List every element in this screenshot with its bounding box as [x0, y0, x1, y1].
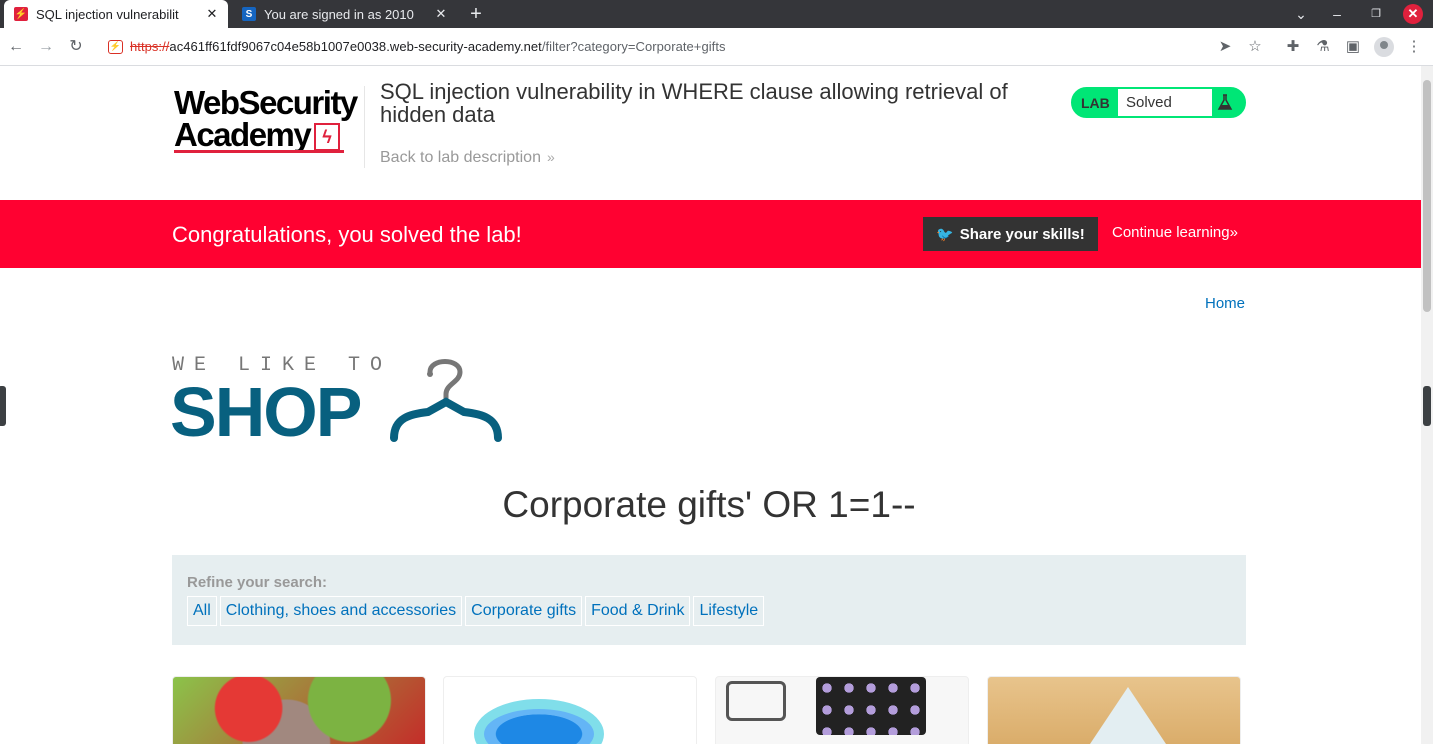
filter-all[interactable]: All [187, 596, 217, 626]
paper-boat-shape [1088, 687, 1168, 744]
product-image-paper-boat[interactable] [987, 676, 1241, 744]
double-chevron-right-icon: » [1229, 224, 1238, 241]
bookmark-star-icon[interactable]: ☆ [1246, 38, 1264, 56]
address-bar[interactable]: ⚡ https://ac461ff61fdf9067c04e58b1007e00… [100, 32, 1272, 62]
logo-line-academy: Academy [174, 116, 312, 153]
site-favicon-icon: S [242, 7, 256, 21]
filter-lifestyle[interactable]: Lifestyle [693, 596, 765, 626]
forward-arrow-icon[interactable]: → [36, 37, 56, 57]
extensions-puzzle-icon[interactable]: ✚ [1283, 37, 1303, 57]
logo-underline [174, 150, 344, 153]
logo-line-websecurity: WebSecurity [174, 84, 358, 121]
not-secure-icon[interactable]: ⚡ [108, 40, 123, 54]
pool-ring-shape [474, 699, 604, 744]
clothes-hanger-icon [390, 359, 502, 442]
share-your-skills-button[interactable]: 🐦 Share your skills! [923, 217, 1098, 251]
lab-title: SQL injection vulnerability in WHERE cla… [380, 79, 1008, 127]
close-window-icon[interactable]: ✕ [1403, 4, 1423, 24]
web-security-academy-logo[interactable]: WebSecurity Academy ϟ [174, 86, 364, 156]
tab-search-chevron-icon[interactable]: ⌄ [1286, 0, 1316, 28]
product-image-food[interactable] [172, 676, 426, 744]
eyeshadow-palette-shape [816, 677, 926, 735]
tab-title: SQL injection vulnerabilit [36, 6, 179, 22]
tab-sql-injection[interactable]: ⚡ SQL injection vulnerabilit ✕ [4, 0, 228, 28]
home-link[interactable]: Home [1205, 295, 1245, 312]
tab-title: You are signed in as 2010 [264, 6, 414, 22]
category-title: Corporate gifts' OR 1=1-- [502, 484, 916, 525]
lab-status-widget: LAB Solved [1071, 87, 1246, 118]
send-tab-icon[interactable]: ➤ [1216, 38, 1234, 56]
continue-label: Continue learning [1112, 224, 1230, 241]
double-chevron-right-icon: » [546, 149, 555, 165]
url-text[interactable]: https://ac461ff61fdf9067c04e58b1007e0038… [130, 39, 726, 54]
refine-search-panel: Refine your search: All Clothing, shoes … [172, 555, 1246, 645]
twitter-bird-icon: 🐦 [936, 226, 954, 242]
shop-logo-wordmark: SHOP [170, 373, 362, 451]
portswigger-favicon-icon: ⚡ [14, 7, 28, 21]
browser-tab-strip: ⚡ SQL injection vulnerabilit ✕ S You are… [0, 0, 1433, 28]
browser-toolbar: ← → ↻ ⚡ https://ac461ff61fdf9067c04e58b1… [0, 28, 1433, 66]
congratulations-text: Congratulations, you solved the lab! [172, 222, 522, 247]
profile-avatar-icon[interactable] [1374, 37, 1394, 57]
back-to-lab-description-link[interactable]: Back to lab description » [380, 149, 555, 167]
left-edge-handle[interactable] [0, 386, 6, 426]
product-grid [172, 676, 1246, 744]
labs-flask-icon[interactable]: ⚗ [1313, 37, 1333, 57]
lab-status-text: Solved [1118, 89, 1212, 116]
tab-close-icon[interactable]: ✕ [433, 6, 449, 22]
category-filters: All Clothing, shoes and accessories Corp… [187, 596, 765, 626]
tab-close-icon[interactable]: ✕ [204, 6, 220, 22]
new-tab-button[interactable]: + [466, 3, 486, 25]
right-edge-handle[interactable] [1423, 386, 1431, 426]
back-arrow-icon[interactable]: ← [6, 37, 26, 57]
filter-corporate-gifts[interactable]: Corporate gifts [465, 596, 583, 626]
lightning-bolt-icon: ϟ [314, 123, 340, 151]
page-scrollbar-thumb[interactable] [1423, 80, 1431, 312]
eyelash-curler-shape [726, 681, 786, 721]
filter-clothing[interactable]: Clothing, shoes and accessories [219, 596, 463, 626]
reload-icon[interactable]: ↻ [66, 37, 86, 57]
flask-icon [1217, 94, 1233, 110]
share-label: Share your skills! [959, 226, 1085, 243]
minimize-window-icon[interactable]: – [1322, 0, 1352, 28]
lab-badge: LAB [1081, 95, 1110, 111]
browser-menu-icon[interactable]: ⋮ [1404, 37, 1424, 57]
continue-learning-link[interactable]: Continue learning» [1112, 224, 1238, 241]
side-panel-icon[interactable]: ▣ [1343, 37, 1363, 57]
filter-food-drink[interactable]: Food & Drink [585, 596, 691, 626]
back-link-label: Back to lab description [380, 149, 541, 166]
solved-banner: Congratulations, you solved the lab! 🐦 Sh… [0, 200, 1421, 268]
restore-window-icon[interactable]: ❐ [1361, 0, 1391, 28]
tab-signed-in[interactable]: S You are signed in as 2010 ✕ [232, 0, 457, 28]
refine-search-label: Refine your search: [187, 574, 328, 591]
page-viewport: WebSecurity Academy ϟ SQL injection vuln… [0, 66, 1421, 744]
product-image-makeup[interactable] [715, 676, 969, 744]
product-image-pool[interactable] [443, 676, 697, 744]
header-divider [364, 86, 365, 168]
